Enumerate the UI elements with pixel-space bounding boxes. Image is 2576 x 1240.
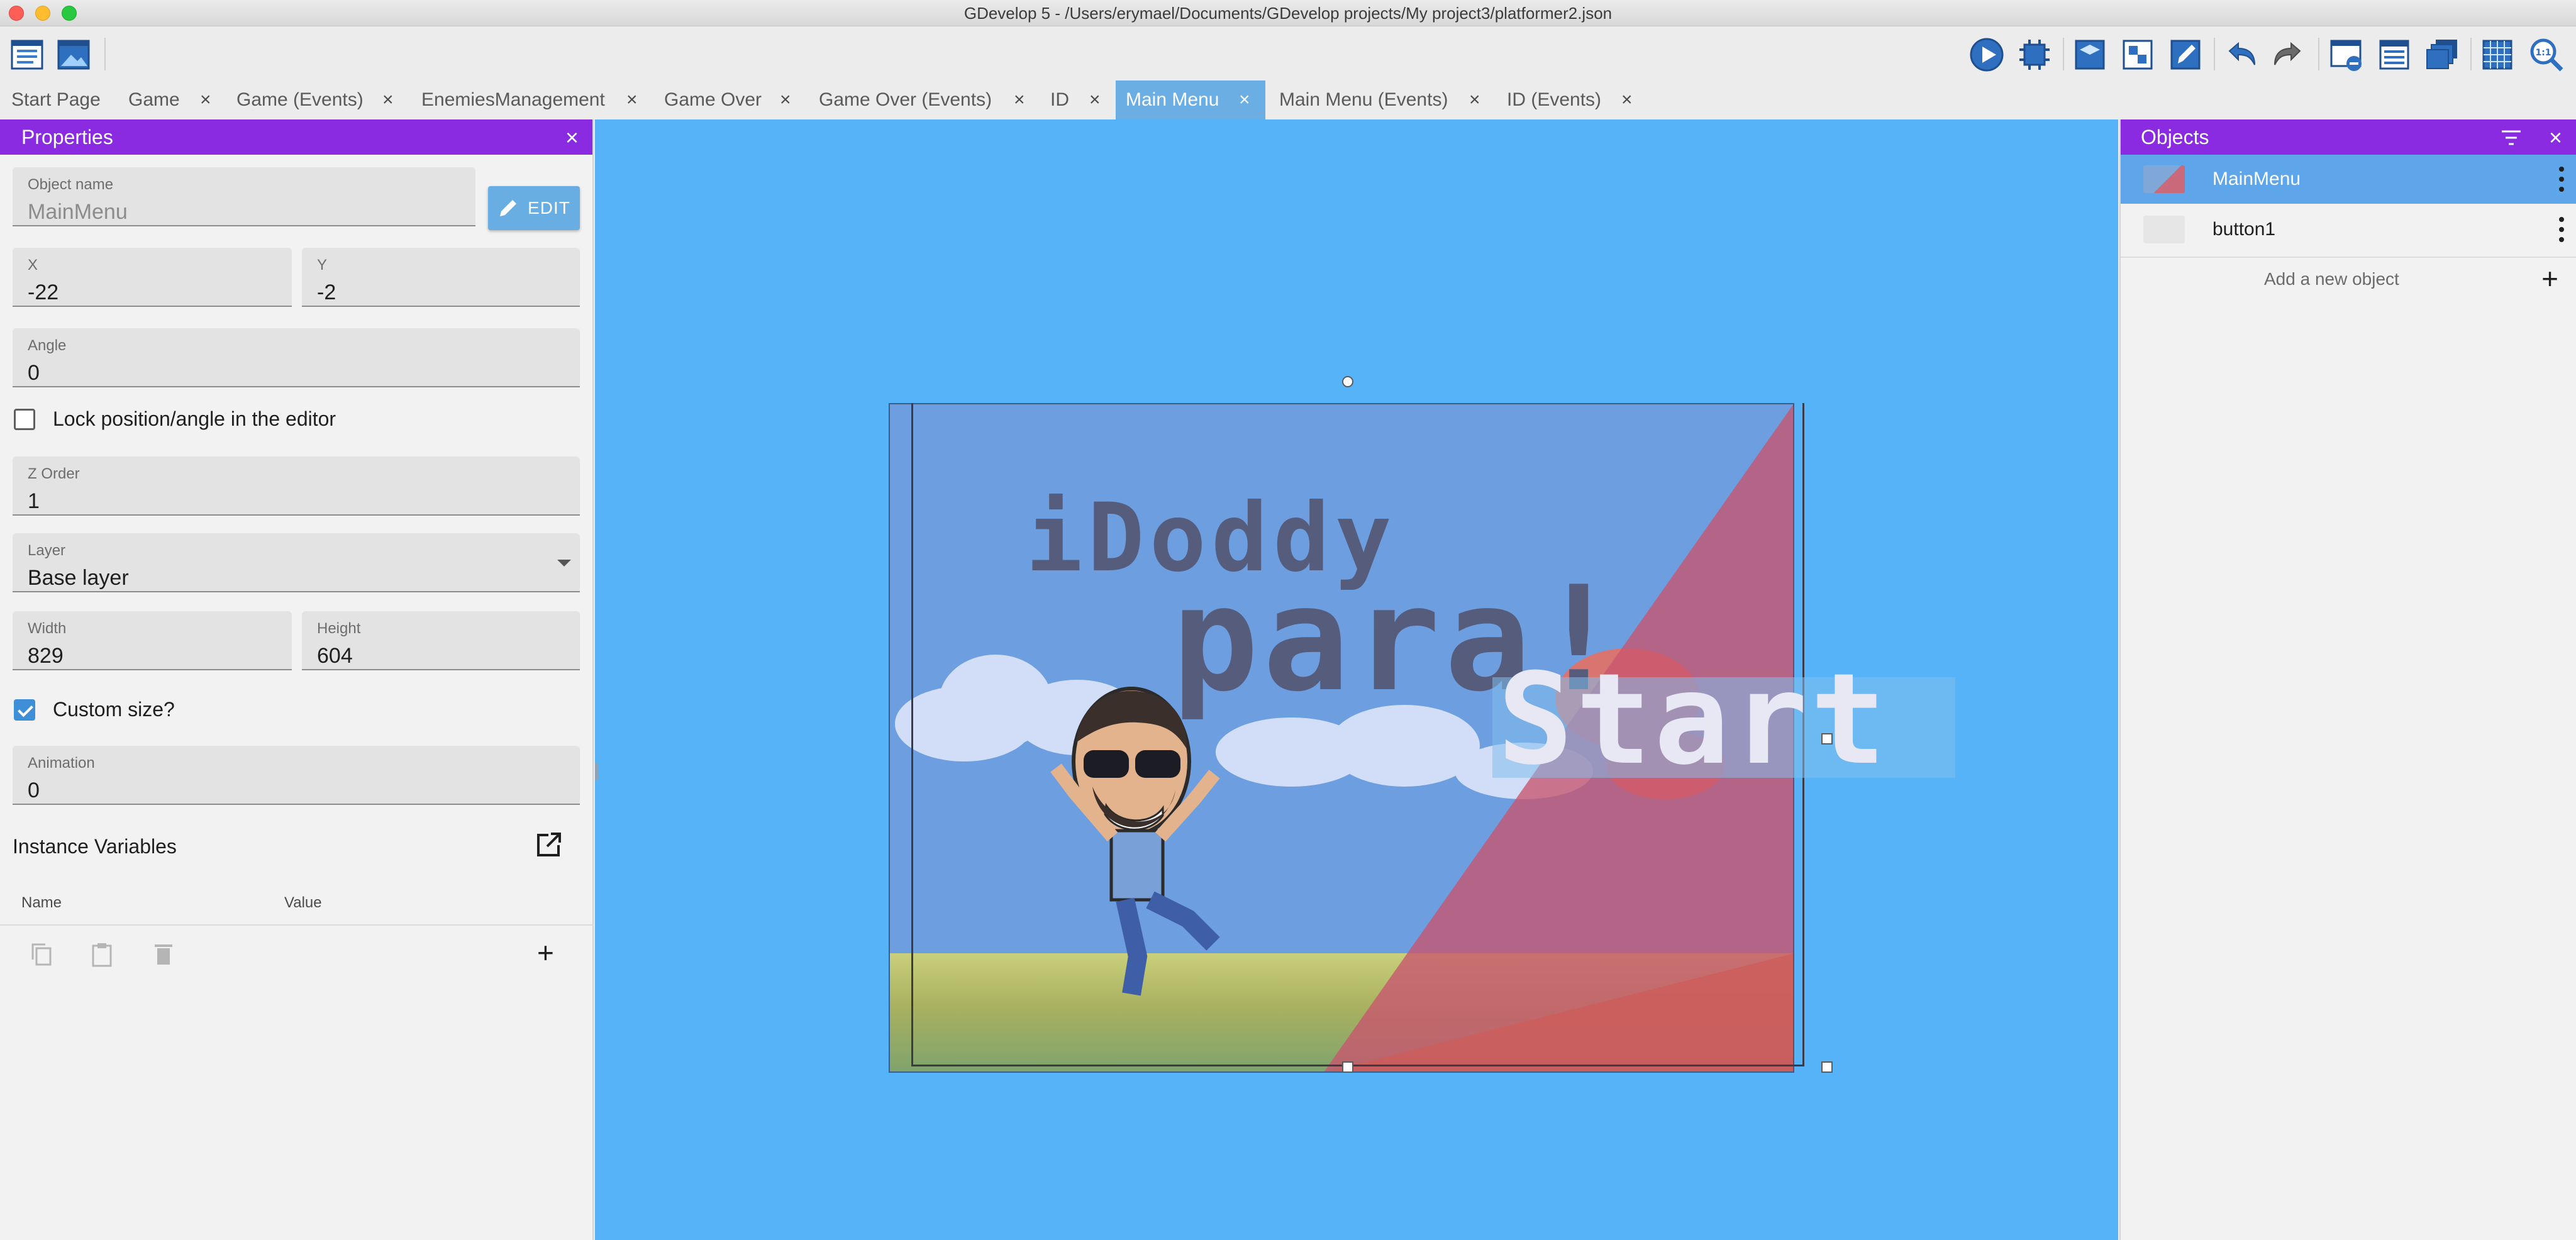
tab-close-icon[interactable]: × bbox=[780, 89, 791, 111]
delete-icon[interactable] bbox=[150, 941, 177, 968]
tab-close-icon[interactable]: × bbox=[626, 89, 638, 111]
close-icon[interactable]: × bbox=[565, 125, 579, 151]
debug-icon[interactable] bbox=[2015, 35, 2054, 74]
objects-panel: Objects × MainMenu button1 Add a new obj… bbox=[2119, 119, 2576, 1240]
tab-close-icon[interactable]: × bbox=[1469, 89, 1480, 111]
chevron-down-icon bbox=[557, 560, 571, 567]
window-title: GDevelop 5 - /Users/erymael/Documents/GD… bbox=[963, 4, 1613, 23]
properties-title: Properties bbox=[21, 125, 113, 148]
tab-close-icon[interactable]: × bbox=[200, 89, 211, 111]
properties-panel: Properties × Object name MainMenu EDIT X… bbox=[0, 119, 594, 1240]
tab-game-over[interactable]: Game Over × bbox=[653, 80, 818, 119]
toolbar: 1:1 bbox=[0, 26, 2576, 80]
more-vert-icon[interactable] bbox=[2558, 167, 2565, 192]
undo-icon[interactable] bbox=[2223, 35, 2262, 74]
edit-object-button[interactable]: EDIT bbox=[488, 186, 580, 230]
scene-icon[interactable] bbox=[54, 35, 93, 74]
close-icon[interactable]: × bbox=[2549, 125, 2562, 151]
z-order-field[interactable]: Z Order 1 bbox=[13, 457, 580, 516]
start-button-text: Start bbox=[1497, 646, 1889, 793]
angle-field[interactable]: Angle 0 bbox=[13, 328, 580, 387]
tab-game[interactable]: Game × bbox=[123, 80, 229, 119]
tab-close-icon[interactable]: × bbox=[1089, 89, 1101, 111]
preview-play-icon[interactable] bbox=[1967, 35, 2006, 74]
tab-close-icon[interactable]: × bbox=[1621, 89, 1633, 111]
paste-icon[interactable] bbox=[88, 941, 116, 968]
instance-variables-title: Instance Variables bbox=[13, 835, 177, 858]
objects-title: Objects bbox=[2141, 125, 2209, 148]
more-vert-icon[interactable] bbox=[2558, 217, 2565, 242]
panel-resize-grip[interactable] bbox=[595, 762, 599, 781]
variables-name-column-header: Name bbox=[21, 894, 62, 911]
tab-main-menu-events[interactable]: Main Menu (Events) × bbox=[1265, 80, 1501, 119]
pencil-icon bbox=[500, 200, 517, 216]
objects-header: Objects × bbox=[2121, 119, 2576, 155]
width-field[interactable]: Width 829 bbox=[13, 611, 292, 670]
object-item-button1[interactable]: button1 bbox=[2121, 205, 2576, 254]
object-thumbnail bbox=[2143, 165, 2185, 193]
custom-size-checkbox-row[interactable]: Custom size? bbox=[14, 698, 175, 721]
title-bar: GDevelop 5 - /Users/erymael/Documents/GD… bbox=[0, 0, 2576, 26]
object-item-mainmenu[interactable]: MainMenu bbox=[2121, 155, 2576, 204]
add-object-button[interactable]: + bbox=[2541, 262, 2558, 296]
redo-icon[interactable] bbox=[2268, 35, 2307, 74]
custom-size-checkbox[interactable] bbox=[14, 699, 35, 721]
object-thumbnail bbox=[2143, 216, 2185, 243]
grid-icon[interactable] bbox=[2478, 35, 2517, 74]
tab-id[interactable]: ID × bbox=[1048, 80, 1116, 119]
layers-window-icon[interactable] bbox=[2423, 35, 2462, 74]
scene-canvas[interactable]: iDoddy para! Start bbox=[595, 119, 2118, 1240]
add-variable-button[interactable]: + bbox=[537, 936, 554, 970]
filter-icon[interactable] bbox=[2501, 128, 2522, 147]
rotate-handle[interactable] bbox=[1342, 376, 1353, 387]
tab-close-icon[interactable]: × bbox=[382, 89, 394, 111]
animation-field[interactable]: Animation 0 bbox=[13, 746, 580, 805]
resize-handle-bottom[interactable] bbox=[1342, 1061, 1353, 1073]
tab-id-events[interactable]: ID (Events) × bbox=[1501, 80, 1652, 119]
instances-list-icon[interactable] bbox=[2375, 35, 2414, 74]
project-manager-icon[interactable] bbox=[8, 35, 47, 74]
add-new-object-label[interactable]: Add a new object bbox=[2264, 269, 2399, 289]
resize-handle-right[interactable] bbox=[1821, 733, 1833, 745]
zoom-reset-icon[interactable]: 1:1 bbox=[2527, 35, 2566, 74]
hide-properties-icon[interactable] bbox=[2327, 35, 2366, 74]
height-field[interactable]: Height 604 bbox=[302, 611, 580, 670]
editor-tabs: Start Page Game × Game (Events) × Enemie… bbox=[0, 80, 2576, 119]
tab-game-events[interactable]: Game (Events) × bbox=[229, 80, 418, 119]
tab-game-over-events[interactable]: Game Over (Events) × bbox=[818, 80, 1048, 119]
layers-icon[interactable] bbox=[2118, 35, 2157, 74]
lock-position-checkbox-row[interactable]: Lock position/angle in the editor bbox=[14, 407, 336, 431]
copy-icon[interactable] bbox=[28, 941, 55, 968]
y-field[interactable]: Y -2 bbox=[302, 248, 580, 307]
properties-header: Properties × bbox=[0, 119, 592, 155]
tab-enemies-management[interactable]: EnemiesManagement × bbox=[418, 80, 653, 119]
variables-value-column-header: Value bbox=[284, 894, 322, 911]
object-name-field: Object name MainMenu bbox=[13, 167, 475, 226]
resize-handle-bottom-right[interactable] bbox=[1821, 1061, 1833, 1073]
svg-text:1:1: 1:1 bbox=[2535, 48, 2551, 58]
layer-select[interactable]: Layer Base layer bbox=[13, 533, 580, 592]
tab-main-menu[interactable]: Main Menu × bbox=[1116, 80, 1265, 119]
lock-position-checkbox[interactable] bbox=[14, 408, 35, 430]
tab-start-page[interactable]: Start Page bbox=[0, 80, 123, 119]
instances-editor-icon[interactable] bbox=[2166, 35, 2205, 74]
tab-close-icon[interactable]: × bbox=[1014, 89, 1025, 111]
open-external-icon[interactable] bbox=[536, 831, 562, 858]
scene-properties-icon[interactable] bbox=[2070, 35, 2109, 74]
tab-close-icon[interactable]: × bbox=[1239, 89, 1250, 111]
x-field[interactable]: X -22 bbox=[13, 248, 292, 307]
